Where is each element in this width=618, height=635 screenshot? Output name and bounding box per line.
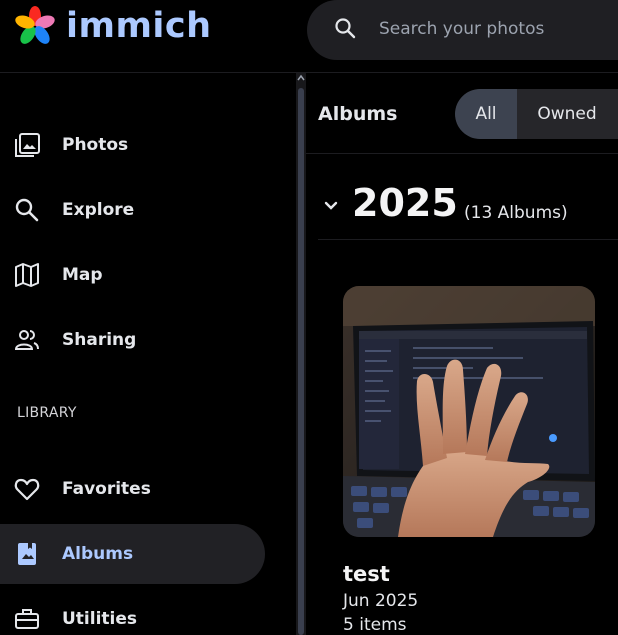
- album-cover-image: [343, 286, 595, 537]
- app-name: immich: [66, 6, 212, 46]
- page-title: Albums: [318, 103, 398, 125]
- sidebar-item-label: Explore: [62, 200, 135, 220]
- album-item-count: 5 items: [343, 615, 407, 635]
- sidebar-item-label: Map: [62, 265, 103, 285]
- sidebar: Photos Explore Map Sharing LIBRARY Favor…: [0, 73, 296, 635]
- explore-icon: [13, 196, 41, 224]
- album-thumbnail[interactable]: [343, 286, 595, 537]
- main-divider: [306, 153, 618, 154]
- search-bar[interactable]: [307, 0, 618, 60]
- search-input[interactable]: [379, 14, 618, 44]
- immich-logo-icon: [15, 6, 55, 44]
- sidebar-item-sharing[interactable]: Sharing: [0, 310, 265, 370]
- sidebar-item-label: Utilities: [62, 609, 138, 629]
- map-icon: [13, 261, 41, 289]
- app-logo[interactable]: immich: [14, 4, 211, 48]
- albums-icon: [13, 540, 41, 568]
- album-date: Jun 2025: [343, 591, 419, 611]
- sidebar-item-label: Albums: [62, 544, 134, 564]
- photos-icon: [13, 131, 41, 159]
- sidebar-item-label: Favorites: [62, 479, 151, 499]
- library-section-label: LIBRARY: [17, 405, 77, 421]
- heart-icon: [13, 475, 41, 503]
- album-card[interactable]: test Jun 2025 5 items: [343, 286, 595, 635]
- sidebar-item-utilities[interactable]: Utilities: [0, 589, 265, 635]
- sidebar-item-photos[interactable]: Photos: [0, 115, 265, 175]
- scrollbar-thumb[interactable]: [298, 88, 304, 635]
- group-count: (13 Albums): [464, 203, 568, 223]
- scroll-up-icon[interactable]: [296, 73, 306, 83]
- sidebar-item-map[interactable]: Map: [0, 245, 265, 305]
- sidebar-item-explore[interactable]: Explore: [0, 180, 265, 240]
- filter-all-button[interactable]: All: [455, 89, 517, 139]
- sidebar-item-favorites[interactable]: Favorites: [0, 459, 265, 519]
- sidebar-item-albums[interactable]: Albums: [0, 524, 265, 584]
- group-divider: [318, 239, 618, 240]
- group-year[interactable]: 2025: [352, 181, 458, 225]
- filter-owned-button[interactable]: Owned: [517, 89, 617, 139]
- toolbox-icon: [13, 605, 41, 633]
- album-filter: All Owned: [455, 89, 618, 139]
- sharing-icon: [13, 326, 41, 354]
- album-title[interactable]: test: [343, 562, 390, 586]
- sidebar-item-label: Sharing: [62, 330, 137, 350]
- sidebar-item-label: Photos: [62, 135, 129, 155]
- search-icon[interactable]: [333, 16, 357, 40]
- main-content: Albums All Owned 2025 (13 Albums) test J…: [306, 73, 618, 635]
- chevron-down-icon[interactable]: [323, 200, 339, 212]
